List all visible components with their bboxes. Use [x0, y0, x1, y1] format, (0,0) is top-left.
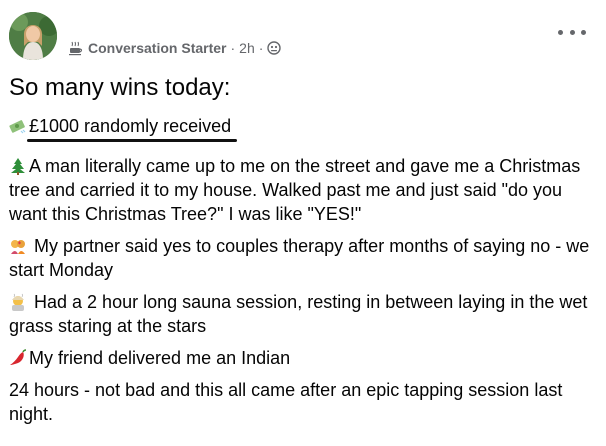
- paragraph-text: A man literally came up to me on the str…: [9, 156, 581, 224]
- dot-icon: [581, 29, 586, 35]
- sauna-person-icon: [9, 293, 27, 311]
- post-paragraph: My friend delivered me an Indian: [9, 346, 599, 370]
- coffee-cup-icon: [68, 40, 84, 56]
- post-paragraph: My partner said yes to couples therapy a…: [9, 234, 599, 282]
- post-meta: Conversation Starter · 2h ·: [68, 38, 282, 58]
- post-paragraph: £1000 randomly received: [9, 114, 599, 138]
- avatar[interactable]: [9, 12, 57, 60]
- audience-icon[interactable]: [267, 41, 282, 55]
- money-icon: [9, 117, 27, 135]
- couple-kiss-icon: [9, 237, 27, 255]
- meta-separator-2: ·: [258, 40, 264, 56]
- dot-icon: [558, 29, 563, 35]
- post-paragraph: Had a 2 hour long sauna session, resting…: [9, 290, 599, 338]
- dot-icon: [569, 29, 575, 35]
- post-headline: So many wins today:: [9, 74, 231, 101]
- post-paragraph: A man literally came up to me on the str…: [9, 154, 599, 226]
- paragraph-text: My partner said yes to couples therapy a…: [9, 236, 590, 280]
- post-content: £1000 randomly received A man literally …: [9, 114, 599, 434]
- paragraph-text: My friend delivered me an Indian: [29, 348, 291, 368]
- post-paragraph: 24 hours - not bad and this all came aft…: [9, 378, 599, 426]
- more-options-button[interactable]: [558, 24, 586, 40]
- post-time[interactable]: 2h: [239, 40, 255, 56]
- chili-pepper-icon: [9, 349, 27, 367]
- paragraph-text: £1000 randomly received: [29, 116, 232, 136]
- christmas-tree-icon: [9, 157, 27, 175]
- post-card: Conversation Starter · 2h · So many wins…: [0, 0, 606, 446]
- meta-separator: ·: [230, 40, 236, 56]
- badge-label[interactable]: Conversation Starter: [88, 40, 226, 56]
- paragraph-text: 24 hours - not bad and this all came aft…: [9, 380, 563, 424]
- paragraph-text: Had a 2 hour long sauna session, resting…: [9, 292, 588, 336]
